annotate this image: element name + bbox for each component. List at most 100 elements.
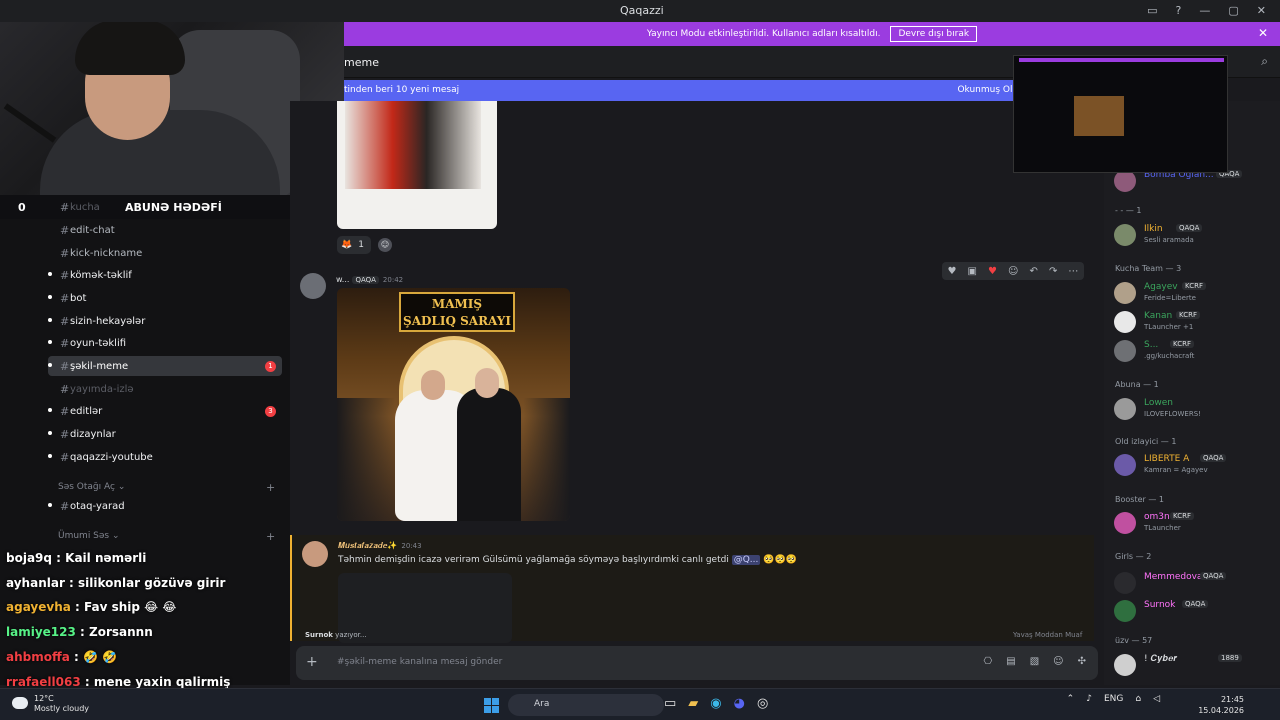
sidebar-channel[interactable]: # sizin-hekayələr xyxy=(48,311,282,331)
emoji-icon[interactable]: ☺ xyxy=(1053,656,1063,667)
mic-tray-icon[interactable]: ♪ xyxy=(1086,694,1092,704)
avatar xyxy=(1114,600,1136,622)
weather-icon xyxy=(12,697,28,709)
attach-plus-icon[interactable]: + xyxy=(306,654,318,670)
maximize-icon[interactable]: ▢ xyxy=(1228,4,1238,17)
sidebar-channel[interactable]: # qaqazzi-youtube xyxy=(48,447,282,467)
new-messages-text: tinden beri 10 yeni mesaj xyxy=(344,85,460,95)
member-status: ILOVEFLOWERS! xyxy=(1144,410,1201,418)
member-tag: QAQA xyxy=(1176,224,1203,232)
member-tag: KCRF xyxy=(1170,512,1194,520)
member-name: Memmedova xyxy=(1144,572,1203,582)
message-image-wedding[interactable]: MAMIŞ ŞADLIQ SARAYI xyxy=(337,288,570,521)
search-icon[interactable]: ⌕ xyxy=(1261,54,1268,69)
reaction-button[interactable]: 🦊 1 xyxy=(337,236,371,254)
reaction-count: 1 xyxy=(358,240,364,250)
discord-icon[interactable]: ◕ xyxy=(734,696,745,711)
forward-icon[interactable]: ↷ xyxy=(1049,266,1057,277)
inbox-icon[interactable]: ▭ xyxy=(1147,4,1157,17)
channel-label: editlər xyxy=(70,405,103,417)
member-item[interactable]: Memmedova QAQA xyxy=(1114,570,1276,598)
category-general-voice[interactable]: Ümumi Səs ⌄ + xyxy=(58,530,275,543)
member-item[interactable]: ! 𝑪𝒚𝒃𝒆𝒓 1889 xyxy=(1114,652,1276,680)
member-item[interactable]: LIBERTE A QAQA Kamran = Agayev xyxy=(1114,452,1276,480)
task-view-icon[interactable]: ▭ xyxy=(664,696,676,711)
chat-username: boja9q xyxy=(6,551,52,565)
author-name[interactable]: 𝑴𝒖𝒔𝒕𝒂𝒇𝒂𝒛𝒂𝒅𝒆✨ xyxy=(338,541,397,550)
member-tag: KCRF xyxy=(1176,311,1200,319)
chat-message: boja9q : Kail nəmərli xyxy=(6,551,146,565)
slow-mode-text: Yavaş Moddan Muaf xyxy=(1013,631,1083,639)
avatar[interactable] xyxy=(300,273,326,299)
sidebar-channel[interactable]: # edit-chat xyxy=(48,220,282,240)
apps-icon[interactable]: ✣ xyxy=(1078,656,1086,667)
member-name: Agayev xyxy=(1144,282,1178,292)
sidebar-channel[interactable]: # yayımda-izlə xyxy=(48,379,282,399)
volume-icon[interactable]: ◁ xyxy=(1153,694,1160,704)
emoji-icon[interactable]: ▣ xyxy=(968,266,977,277)
disable-streamer-mode-button[interactable]: Devre dışı bırak xyxy=(890,26,978,42)
category-voice-create[interactable]: Səs Otağı Aç ⌄ + xyxy=(58,481,275,494)
sidebar-channel[interactable]: # kömək-təklif xyxy=(48,265,282,285)
user-mention[interactable]: @Q... xyxy=(731,555,761,565)
streamer-mode-banner: Yayıncı Modu etkinleştirildi. Kullanıcı … xyxy=(344,22,1280,46)
voice-channel-otaq-yarad[interactable]: # otaq-yarad xyxy=(48,496,282,516)
gift-icon[interactable]: ⎔ xyxy=(984,656,993,667)
banner-close-icon[interactable]: ✕ xyxy=(1258,26,1268,40)
member-item[interactable]: Ilkin QAQA Sesli aramada xyxy=(1114,222,1276,250)
chat-text: : Zorsannn xyxy=(75,625,153,639)
member-item[interactable]: Kanan KCRF TLauncher +1 xyxy=(1114,309,1276,337)
obs-icon[interactable]: ◎ xyxy=(757,696,768,711)
message-emojis: 🥺🥺🥺 xyxy=(763,555,797,565)
start-menu-icon[interactable] xyxy=(484,698,499,713)
taskbar-clock[interactable]: 21:45 15.04.2026 xyxy=(1198,694,1244,716)
sidebar-channel[interactable]: # şəkil-meme 1 xyxy=(48,356,282,376)
sidebar-channel[interactable]: # editlər 3 xyxy=(48,401,282,421)
add-reaction-icon[interactable]: ☺ xyxy=(378,238,392,252)
member-item[interactable]: Agayev KCRF Feride=Liberte xyxy=(1114,280,1276,308)
member-item[interactable]: Lowen ILOVEFLOWERS! xyxy=(1114,396,1276,424)
new-messages-bar[interactable]: tinden beri 10 yeni mesaj Okunmuş Ola xyxy=(344,80,1024,101)
message-image-polaroid[interactable] xyxy=(337,101,497,229)
sticker-icon[interactable]: ▧ xyxy=(1030,656,1039,667)
add-reaction-icon[interactable]: ☺ xyxy=(1008,266,1018,277)
language-indicator[interactable]: ENG xyxy=(1104,694,1123,704)
sidebar-channel[interactable]: # bot xyxy=(48,288,282,308)
gif-icon[interactable]: ▤ xyxy=(1006,656,1015,667)
tray-chevron-icon[interactable]: ⌃ xyxy=(1067,694,1075,704)
network-icon[interactable]: ⌂ xyxy=(1135,694,1141,704)
member-item[interactable]: Surnok QAQA xyxy=(1114,598,1276,626)
sidebar-channel[interactable]: # dizaynlar xyxy=(48,424,282,444)
help-icon[interactable]: ? xyxy=(1176,4,1182,17)
taskbar-search[interactable]: Ara xyxy=(508,694,664,716)
weather-widget[interactable]: 12°C Mostly cloudy xyxy=(34,694,89,714)
heart-icon[interactable]: ♥ xyxy=(948,266,957,277)
hash-icon: # xyxy=(60,200,70,214)
member-tag: KCRF xyxy=(1170,340,1194,348)
add-channel-icon[interactable]: + xyxy=(266,481,275,494)
author-name[interactable]: w... xyxy=(336,275,349,284)
member-status: Sesli aramada xyxy=(1144,236,1194,244)
banner-text: Yayıncı Modu etkinleştirildi. Kullanıcı … xyxy=(646,29,881,39)
mark-as-read-button[interactable]: Okunmuş Ola xyxy=(957,85,1018,95)
message-composer[interactable]: + #şəkil-meme kanalına mesaj gönder ⎔ ▤ … xyxy=(296,646,1098,680)
channel-label: kucha xyxy=(70,201,100,213)
message-body: Təhmin demişdin icazə verirəm Gülsümü ya… xyxy=(338,555,729,565)
edge-icon[interactable]: ◉ xyxy=(710,696,721,711)
streamer-hair xyxy=(75,20,185,75)
member-item[interactable]: om3n KCRF TLauncher xyxy=(1114,510,1276,538)
sidebar-channel[interactable]: # kucha xyxy=(48,197,282,217)
sidebar-channel[interactable]: # kick-nickname xyxy=(48,243,282,263)
file-explorer-icon[interactable]: ▰ xyxy=(688,696,698,711)
heart-reaction-icon[interactable]: ♥ xyxy=(988,266,997,277)
stream-preview-thumbnail[interactable] xyxy=(1013,55,1228,173)
avatar[interactable] xyxy=(302,541,328,567)
reply-icon[interactable]: ↶ xyxy=(1030,266,1038,277)
minimize-icon[interactable]: — xyxy=(1199,4,1210,17)
add-channel-icon[interactable]: + xyxy=(266,530,275,543)
more-icon[interactable]: ⋯ xyxy=(1068,266,1078,277)
member-group-header: Abuna — 1 xyxy=(1115,380,1159,389)
sidebar-channel[interactable]: # oyun-təklifi xyxy=(48,333,282,353)
close-icon[interactable]: ✕ xyxy=(1257,4,1266,17)
member-item[interactable]: S... KCRF .gg/kuchacraft xyxy=(1114,338,1276,366)
